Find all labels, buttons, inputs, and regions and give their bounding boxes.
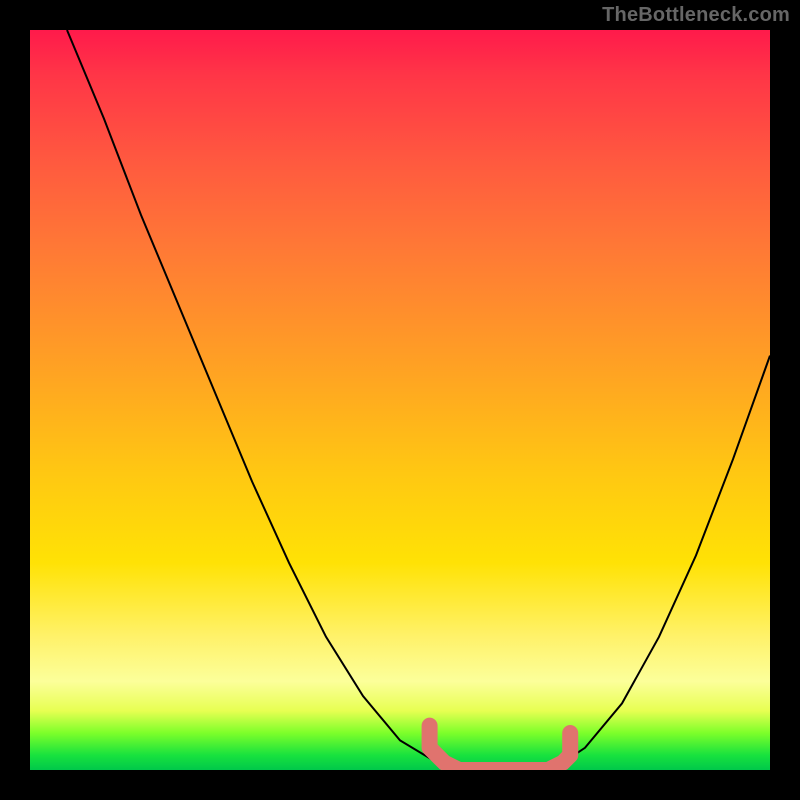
watermark-text: TheBottleneck.com bbox=[602, 4, 790, 27]
bottleneck-curve bbox=[67, 30, 770, 770]
highlight-band bbox=[430, 726, 571, 770]
chart-stage: TheBottleneck.com bbox=[0, 0, 800, 800]
chart-overlay bbox=[30, 30, 770, 770]
